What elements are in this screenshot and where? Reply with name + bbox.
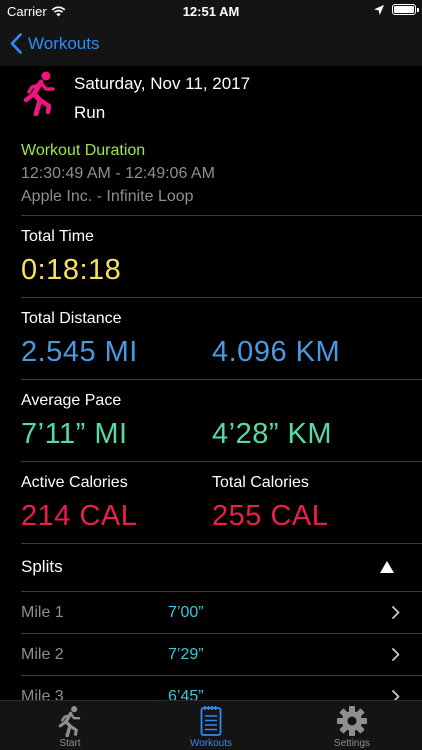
split-pace: 7’29” [168, 646, 204, 663]
tab-workouts-label: Workouts [189, 738, 233, 749]
pace-km-value: 4’28” KM [212, 418, 333, 450]
distance-km-value: 4.096 KM [212, 336, 341, 368]
active-calories-value: 214 CAL [21, 500, 138, 532]
tab-start[interactable]: Start [0, 701, 140, 750]
workout-duration-section: Workout Duration 12:30:49 AM - 12:49:06 … [0, 136, 422, 215]
split-mile-label: Mile 3 [21, 688, 64, 700]
workout-activity: Run [74, 103, 106, 122]
split-row[interactable]: Mile 3 6’45” [0, 676, 422, 700]
runner-icon [23, 71, 55, 116]
gear-icon [337, 706, 367, 736]
chevron-right-icon [392, 648, 400, 661]
status-right [374, 4, 419, 15]
back-button[interactable]: Workouts [10, 33, 100, 54]
status-bar: Carrier 12:51 AM [0, 0, 422, 22]
split-row[interactable]: Mile 2 7’29” [0, 634, 422, 675]
collapse-triangle-icon[interactable] [380, 561, 394, 573]
chevron-left-icon [10, 33, 22, 54]
duration-label: Workout Duration [21, 142, 146, 159]
tab-start-label: Start [59, 738, 81, 749]
back-button-label: Workouts [28, 33, 100, 53]
average-pace-section: Average Pace 7’11” MI 4’28” KM [0, 380, 422, 461]
total-time-section: Total Time 0:18:18 [0, 216, 422, 297]
tab-settings-label: Settings [333, 738, 371, 749]
chevron-right-icon [392, 690, 400, 700]
status-time: 12:51 AM [182, 4, 240, 19]
total-calories-value: 255 CAL [212, 500, 329, 532]
duration-time-range: 12:30:49 AM - 12:49:06 AM [21, 165, 215, 182]
total-calories-label: Total Calories [212, 474, 309, 491]
split-pace: 6’45” [168, 688, 204, 700]
split-mile-label: Mile 2 [21, 646, 64, 663]
total-distance-label: Total Distance [21, 310, 122, 327]
chevron-right-icon [392, 606, 400, 619]
total-time-value: 0:18:18 [21, 254, 122, 286]
pace-miles-value: 7’11” MI [21, 418, 128, 450]
workout-location: Apple Inc. - Infinite Loop [21, 188, 194, 205]
battery-icon [392, 4, 419, 15]
workout-date: Saturday, Nov 11, 2017 [74, 74, 251, 93]
splits-label: Splits [21, 557, 63, 576]
split-mile-label: Mile 1 [21, 604, 64, 621]
runner-icon [58, 706, 81, 737]
splits-header[interactable]: Splits [0, 544, 422, 591]
workout-header: Saturday, Nov 11, 2017 Run [0, 66, 422, 136]
active-calories-label: Active Calories [21, 474, 128, 491]
location-arrow-icon [374, 4, 384, 15]
split-row[interactable]: Mile 1 7’00” [0, 592, 422, 633]
tab-bar: Start Workouts Settings [0, 700, 422, 750]
tab-settings[interactable]: Settings [282, 701, 422, 750]
navigation-bar: Workouts [0, 22, 422, 66]
total-distance-section: Total Distance 2.545 MI 4.096 KM [0, 298, 422, 379]
average-pace-label: Average Pace [21, 392, 122, 409]
workout-detail[interactable]: Saturday, Nov 11, 2017 Run Workout Durat… [0, 66, 422, 700]
calories-section: Active Calories Total Calories 214 CAL 2… [0, 462, 422, 543]
tab-workouts[interactable]: Workouts [141, 701, 281, 750]
distance-miles-value: 2.545 MI [21, 336, 138, 368]
total-time-label: Total Time [21, 228, 94, 245]
split-pace: 7’00” [168, 604, 204, 621]
notepad-icon [200, 706, 222, 736]
